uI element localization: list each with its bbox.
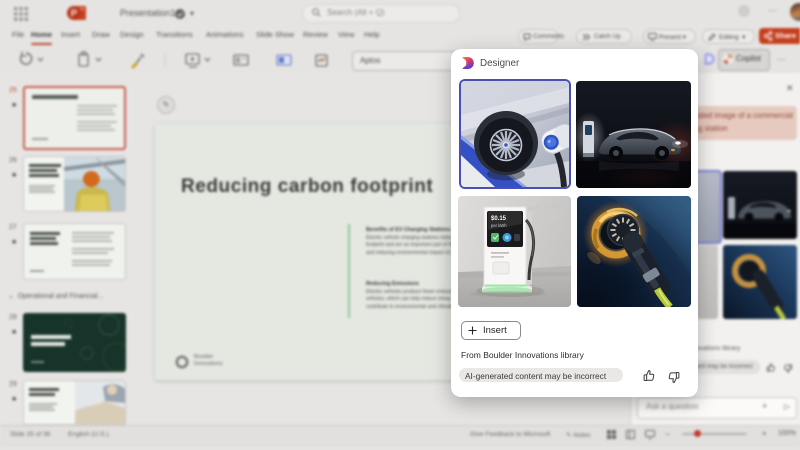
svg-text:P: P	[71, 9, 78, 20]
svg-text:per kWh: per kWh	[491, 223, 507, 228]
svg-text:$0.15: $0.15	[491, 216, 507, 222]
